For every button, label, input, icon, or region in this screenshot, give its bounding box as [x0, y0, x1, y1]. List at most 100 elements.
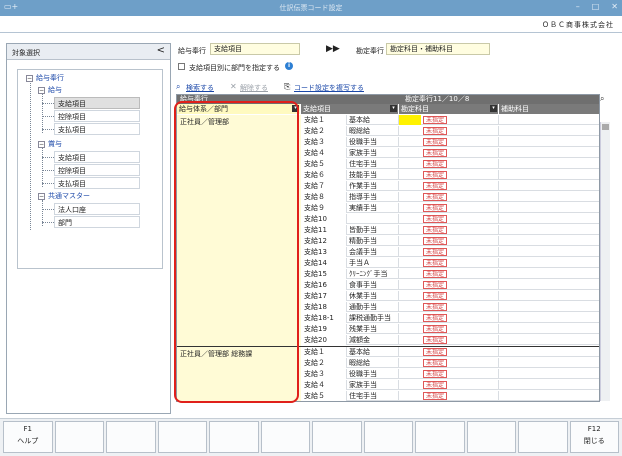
table-row[interactable]: 支給18 通勤手当 未指定 [301, 302, 599, 312]
dropdown-icon[interactable]: ▾ [390, 105, 397, 112]
table-row[interactable]: 支給３ 役職手当 未指定 [301, 369, 599, 379]
subaccount-cell[interactable] [499, 115, 599, 125]
dropdown-icon[interactable]: ▾ [490, 105, 497, 112]
account-cell[interactable]: 未指定 [399, 192, 499, 202]
account-cell[interactable]: 未指定 [399, 214, 499, 224]
account-cell[interactable]: 未指定 [399, 302, 499, 312]
table-row[interactable]: 支給11 皆勤手当 未指定 [301, 225, 599, 235]
subaccount-cell[interactable] [499, 247, 599, 257]
account-cell[interactable]: 未指定 [399, 358, 499, 368]
function-key-3[interactable] [106, 421, 156, 453]
subaccount-cell[interactable] [499, 391, 599, 401]
maximize-icon[interactable]: □ [592, 2, 600, 11]
function-key-8[interactable] [363, 421, 413, 453]
table-row[interactable]: 支給６ 技能手当 未指定 [301, 170, 599, 180]
account-cell[interactable]: 未指定 [399, 291, 499, 301]
table-row[interactable]: 支給15 ｸﾘｰﾆﾝｸﾞ手当 未指定 [301, 269, 599, 279]
tree-leaf-item[interactable]: 部門 [54, 216, 140, 228]
subaccount-cell[interactable] [499, 203, 599, 213]
account-cell[interactable]: 未指定 [399, 347, 499, 357]
subaccount-cell[interactable] [499, 324, 599, 334]
table-row[interactable]: 支給14 手当Ａ 未指定 [301, 258, 599, 268]
table-row[interactable]: 支給20 減額金 未指定 [301, 335, 599, 345]
account-cell[interactable]: 未指定 [399, 148, 499, 158]
table-row[interactable]: 支給２ 暇総給 未指定 [301, 126, 599, 136]
subaccount-cell[interactable] [499, 291, 599, 301]
payroll-item-field[interactable]: 支給項目 [210, 43, 300, 55]
account-cell[interactable]: 未指定 [399, 181, 499, 191]
subaccount-cell[interactable] [499, 335, 599, 345]
table-row[interactable]: 支給８ 指導手当 未指定 [301, 192, 599, 202]
active-cell[interactable] [399, 115, 421, 125]
account-cell[interactable]: 未指定 [399, 313, 499, 323]
subaccount-cell[interactable] [499, 181, 599, 191]
table-row[interactable]: 支給５ 住宅手当 未指定 [301, 391, 599, 401]
collapse-node-icon[interactable]: − [38, 86, 45, 94]
search-link[interactable]: 検索する [186, 83, 214, 93]
tree-leaf-item[interactable]: 支給項目 [54, 151, 140, 163]
subaccount-cell[interactable] [499, 225, 599, 235]
account-cell[interactable]: 未指定 [399, 203, 499, 213]
subaccount-cell[interactable] [499, 347, 599, 357]
table-row[interactable]: 支給５ 住宅手当 未指定 [301, 159, 599, 169]
subaccount-cell[interactable] [499, 159, 599, 169]
function-key-6[interactable] [260, 421, 310, 453]
table-row[interactable]: 支給13 会議手当 未指定 [301, 247, 599, 257]
subaccount-cell[interactable] [499, 236, 599, 246]
subaccount-cell[interactable] [499, 258, 599, 268]
account-cell[interactable]: 未指定 [399, 159, 499, 169]
subaccount-cell[interactable] [499, 358, 599, 368]
account-cell[interactable]: 未指定 [399, 225, 499, 235]
function-key-5[interactable] [209, 421, 259, 453]
tree-leaf-item[interactable]: 法人口座 [54, 203, 140, 215]
tree-node-group[interactable]: − 共通マスター [38, 190, 90, 202]
close-icon[interactable]: ✕ [611, 2, 618, 11]
account-cell[interactable]: 未指定 [399, 115, 499, 125]
table-row[interactable]: 支給19 残業手当 未指定 [301, 324, 599, 334]
subaccount-cell[interactable] [499, 280, 599, 290]
account-cell[interactable]: 未指定 [399, 170, 499, 180]
subaccount-cell[interactable] [499, 126, 599, 136]
copy-settings-link[interactable]: コード設定を複写する [294, 83, 364, 93]
subaccount-cell[interactable] [499, 269, 599, 279]
collapse-node-icon[interactable]: − [38, 192, 45, 200]
subaccount-cell[interactable] [499, 380, 599, 390]
account-cell[interactable]: 未指定 [399, 335, 499, 345]
scroll-thumb[interactable] [602, 124, 609, 130]
collapse-node-icon[interactable]: − [26, 74, 33, 82]
table-row[interactable]: 支給１ 基本給 未指定 [301, 347, 599, 357]
subaccount-cell[interactable] [499, 148, 599, 158]
table-row[interactable]: 支給16 食事手当 未指定 [301, 280, 599, 290]
table-row[interactable]: 支給４ 家族手当 未指定 [301, 380, 599, 390]
account-cell[interactable]: 未指定 [399, 258, 499, 268]
function-key-12[interactable]: F12 閉じる [569, 421, 619, 453]
search-icon[interactable]: ⌕ [176, 82, 180, 92]
subaccount-cell[interactable] [499, 192, 599, 202]
copy-icon[interactable]: ⎘ [284, 82, 290, 92]
tree-leaf-item[interactable]: 支払項目 [54, 177, 140, 189]
tree-leaf-item[interactable]: 支払項目 [54, 123, 140, 135]
account-cell[interactable]: 未指定 [399, 380, 499, 390]
function-key-4[interactable] [157, 421, 207, 453]
table-row[interactable]: 支給７ 作業手当 未指定 [301, 181, 599, 191]
subaccount-cell[interactable] [499, 214, 599, 224]
account-cell[interactable]: 未指定 [399, 391, 499, 401]
account-cell[interactable]: 未指定 [399, 236, 499, 246]
column-header-subaccount[interactable]: 補助科目 [499, 104, 599, 114]
function-key-2[interactable] [54, 421, 104, 453]
column-header-item[interactable]: 支給項目 ▾ [301, 104, 399, 114]
minimize-icon[interactable]: – [576, 2, 580, 11]
collapse-panel-icon[interactable]: < [157, 45, 165, 56]
table-row[interactable]: 支給３ 役職手当 未指定 [301, 137, 599, 147]
function-key-7[interactable] [312, 421, 362, 453]
subaccount-cell[interactable] [499, 313, 599, 323]
dept-per-item-checkbox[interactable] [178, 63, 185, 70]
account-cell[interactable]: 未指定 [399, 280, 499, 290]
table-row[interactable]: 支給12 精勤手当 未指定 [301, 236, 599, 246]
account-cell[interactable]: 未指定 [399, 126, 499, 136]
account-cell[interactable]: 未指定 [399, 369, 499, 379]
tree-node-root[interactable]: − 給与奉行 [26, 72, 64, 84]
function-key-9[interactable] [415, 421, 465, 453]
function-key-1[interactable]: F1 ヘルプ [3, 421, 53, 453]
table-row[interactable]: 支給２ 暇総給 未指定 [301, 358, 599, 368]
